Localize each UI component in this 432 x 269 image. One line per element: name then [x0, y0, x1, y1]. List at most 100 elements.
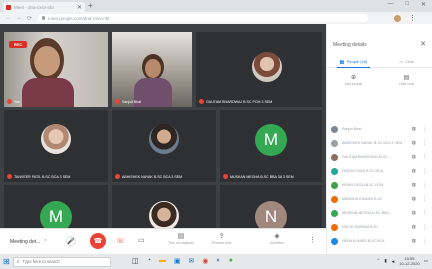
mic-icon[interactable]: ◍: [412, 126, 416, 132]
activities-icon: ◈: [274, 233, 280, 240]
url-field[interactable]: meet.google.com/dna-cxsv-nbt: [38, 14, 369, 22]
video-tile[interactable]: M MUSKAN MEGHA B.SC BBA 3A 3 SEM: [220, 110, 322, 182]
mail-icon[interactable]: ✉: [188, 257, 194, 265]
mic-off-icon: [223, 174, 228, 179]
meet-app-icon[interactable]: ◐: [216, 257, 220, 265]
mic-icon[interactable]: ◍: [412, 238, 416, 244]
participant-avatar: [149, 201, 179, 229]
panel-actions: ⊕ Add people ▤ Hide chat: [327, 74, 432, 94]
list-item[interactable]: MANISHA KUMARI B.SC ◍ ⋮: [331, 194, 427, 204]
mic-icon[interactable]: ◍: [412, 210, 416, 216]
mic-icon[interactable]: ◍: [412, 168, 416, 174]
list-item[interactable]: ABHISHEK NAYAK B.SC BCA 3 SEM ◍ ⋮: [331, 138, 427, 148]
chevron-up-icon[interactable]: ⌃: [43, 239, 47, 245]
hide-chat-button[interactable]: ▤ Hide chat: [380, 74, 432, 94]
lock-icon: [42, 16, 46, 20]
list-item[interactable]: GAUTAM BHARDWAJ B.SC ◍ ⋮: [331, 152, 427, 162]
close-window-icon[interactable]: ✕: [421, 1, 426, 8]
list-item[interactable]: HEENA SHAH B.SC BCA ◍ ⋮: [331, 166, 427, 176]
mic-off-icon: [7, 99, 12, 104]
video-tile[interactable]: Sanjoli Bhat: [112, 32, 192, 107]
participant-name: Sanjoli Bhat: [122, 99, 142, 104]
activities-button[interactable]: ◈ Activities: [270, 232, 284, 245]
browser-tab-bar: Meet - dna-cxsv-nbt ✕ + — □ ✕: [0, 0, 432, 12]
more-icon[interactable]: ⋮: [422, 196, 427, 202]
present-icon: ⇪: [218, 233, 225, 240]
volume-icon[interactable]: ◄: [391, 259, 395, 264]
meeting-details-button[interactable]: Meeting det...: [10, 239, 40, 245]
meet-favicon-icon: [6, 4, 11, 10]
account-avatar[interactable]: [394, 14, 402, 22]
camera-toggle-icon[interactable]: ▭: [138, 236, 145, 244]
person-face: [145, 59, 161, 78]
more-icon[interactable]: ⋮: [422, 182, 427, 188]
store-icon[interactable]: ▣: [174, 257, 181, 265]
list-item[interactable]: NEHA KUMARI B.SC BCA ◍ ⋮: [331, 236, 427, 246]
captions-button[interactable]: ▤ Turn on captions: [168, 232, 194, 245]
url-text: meet.google.com/dna-cxsv-nbt: [48, 15, 110, 21]
close-tab-icon[interactable]: ✕: [77, 4, 82, 11]
more-options-icon[interactable]: ⋮: [309, 236, 316, 244]
chrome-icon[interactable]: ◉: [202, 257, 208, 265]
video-tile[interactable]: [112, 185, 216, 229]
video-tile[interactable]: M: [4, 185, 108, 229]
network-icon[interactable]: ▮: [384, 258, 386, 264]
whatsapp-icon[interactable]: ●: [229, 257, 233, 265]
reload-icon[interactable]: ⟳: [27, 15, 32, 22]
system-tray: ⌃ ▮ ◄ 10:55 10-12-2020 ▭: [377, 256, 428, 266]
person-face: [34, 46, 60, 76]
forward-icon[interactable]: →: [16, 15, 22, 21]
taskbar-apps: ◫ ◔ ▬ ▣ ✉ ◉ ◐ ●: [132, 257, 233, 265]
more-icon[interactable]: ⋮: [422, 224, 427, 230]
video-tile[interactable]: TANVEER PATIL B.SC BCA 3 SEM: [4, 110, 108, 182]
more-icon[interactable]: ⋮: [422, 140, 427, 146]
taskbar-search-input[interactable]: ⌕ Type here to search: [12, 256, 111, 267]
video-tile[interactable]: REC You: [4, 32, 108, 107]
windows-start-icon[interactable]: ⊞: [3, 257, 10, 266]
mic-icon[interactable]: ◍: [412, 154, 416, 160]
more-icon[interactable]: ⋮: [422, 126, 427, 132]
mic-icon[interactable]: ◍: [412, 224, 416, 230]
maximize-icon[interactable]: □: [405, 1, 409, 8]
minimize-icon[interactable]: —: [387, 1, 393, 8]
list-item[interactable]: MUSKAN MEGHA B.SC BBA ◍ ⋮: [331, 208, 427, 218]
more-icon[interactable]: ⋮: [422, 238, 427, 244]
file-explorer-icon[interactable]: ▬: [159, 257, 166, 265]
task-view-icon[interactable]: ◫: [132, 257, 139, 265]
tile-label: MUSKAN MEGHA B.SC BBA 3A 3 SEM: [223, 174, 294, 179]
present-button[interactable]: ⇪ Present now: [212, 232, 231, 245]
search-icon: ⌕: [16, 258, 20, 265]
new-tab-icon[interactable]: +: [88, 1, 93, 10]
mic-icon[interactable]: ◍: [412, 196, 416, 202]
mic-icon[interactable]: ◍: [412, 182, 416, 188]
clock[interactable]: 10:55 10-12-2020: [399, 256, 419, 266]
close-icon[interactable]: ✕: [420, 40, 426, 48]
tile-label: TANVEER PATIL B.SC BCA 3 SEM: [7, 174, 70, 179]
list-item[interactable]: Sanjoli Bhat ◍ ⋮: [331, 124, 427, 134]
notification-icon[interactable]: ▭: [424, 258, 428, 264]
list-item[interactable]: KIRAN DESAI B.SC PCM ◍ ⋮: [331, 180, 427, 190]
browser-menu-icon[interactable]: ⋮: [409, 14, 416, 22]
chevron-up-icon[interactable]: ⌃: [377, 258, 381, 264]
avatar: [331, 195, 338, 203]
list-item[interactable]: NIKITA SHARMA B.SC ◍ ⋮: [331, 222, 427, 232]
mic-off-icon: [115, 174, 120, 179]
browser-tab[interactable]: Meet - dna-cxsv-nbt ✕: [3, 2, 85, 12]
avatar: [331, 125, 338, 133]
edge-icon[interactable]: ◔: [147, 257, 151, 265]
tab-chat[interactable]: ▭ Chat: [380, 56, 432, 67]
participant-name: GAUTAM BHARDWAJ B.SC PCM 3 SEM: [206, 99, 273, 104]
more-icon[interactable]: ⋮: [422, 168, 427, 174]
more-icon[interactable]: ⋮: [422, 154, 427, 160]
end-call-icon[interactable]: ☏: [116, 237, 125, 245]
tab-people[interactable]: 👥 People (18): [327, 56, 380, 68]
video-tile[interactable]: ABHISHEK NAYAK B.SC BCA 3 SEM: [112, 110, 216, 182]
mic-toggle-button[interactable]: 🎤: [66, 236, 76, 246]
video-tile[interactable]: N: [220, 185, 322, 229]
mic-icon[interactable]: ◍: [412, 140, 416, 146]
back-icon[interactable]: ←: [5, 15, 11, 21]
video-tile[interactable]: GAUTAM BHARDWAJ B.SC PCM 3 SEM: [196, 32, 322, 107]
add-people-button[interactable]: ⊕ Add people: [327, 74, 380, 94]
more-icon[interactable]: ⋮: [422, 210, 427, 216]
leave-call-button[interactable]: ☎: [90, 233, 106, 249]
